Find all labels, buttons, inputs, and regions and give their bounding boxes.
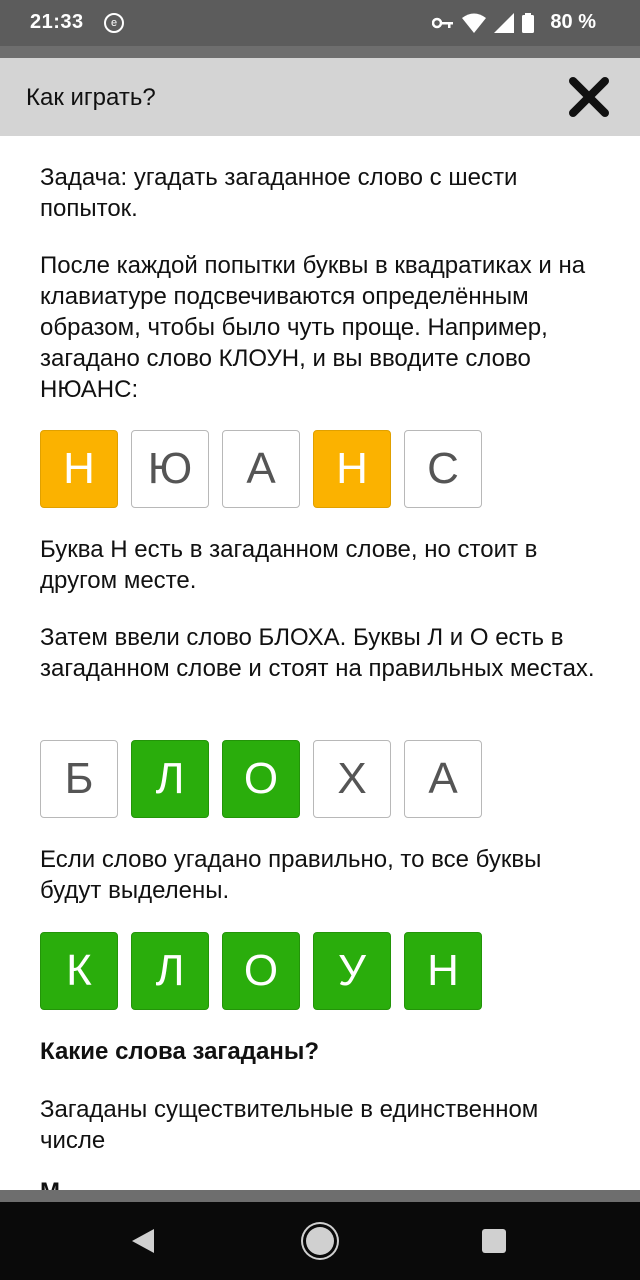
wifi-icon	[462, 13, 486, 33]
letter-tile: Н	[404, 932, 482, 1010]
app-notification-icon: e	[104, 13, 124, 33]
section-heading: Какие слова загаданы?	[40, 1038, 319, 1065]
example-row-kloun: К Л О У Н	[40, 932, 482, 1010]
letter-tile: Х	[313, 740, 391, 818]
status-icons	[432, 13, 534, 33]
overlay-dim-bottom	[0, 1190, 640, 1202]
words-explanation: Загаданы существительные в единственном …	[40, 1096, 539, 1154]
hint-paragraph: После каждой попытки буквы в квадратиках…	[40, 252, 586, 403]
letter-tile: О	[222, 932, 300, 1010]
example-row-bloha: Б Л О Х А	[40, 740, 482, 818]
dialog-title: Как играть?	[26, 84, 156, 111]
letter-tile: К	[40, 932, 118, 1010]
example-row-nuans: Н Ю А Н С	[40, 430, 482, 508]
recents-square-icon[interactable]	[482, 1229, 506, 1253]
close-icon[interactable]	[566, 74, 612, 120]
letter-tile: У	[313, 932, 391, 1010]
key-icon	[432, 17, 453, 29]
letter-tile: С	[404, 430, 482, 508]
battery-icon	[522, 13, 534, 33]
letter-tile: Л	[131, 932, 209, 1010]
letter-tile: Б	[40, 740, 118, 818]
letter-tile: А	[222, 430, 300, 508]
signal-icon	[494, 13, 514, 33]
letter-tile: Ю	[131, 430, 209, 508]
battery-percent: 80 %	[550, 11, 596, 33]
overlay-dim	[0, 46, 640, 58]
task-paragraph: Задача: угадать загаданное слово с шести…	[40, 164, 518, 222]
green-explanation: Затем ввели слово БЛОХА. Буквы Л и О ест…	[40, 624, 595, 682]
letter-tile: О	[222, 740, 300, 818]
status-time: 21:33	[30, 11, 84, 33]
letter-tile: Л	[131, 740, 209, 818]
letter-tile: А	[404, 740, 482, 818]
home-circle-icon[interactable]	[306, 1227, 334, 1255]
yellow-explanation: Буква Н есть в загаданном слове, но стои…	[40, 536, 538, 594]
letter-tile: Н	[313, 430, 391, 508]
status-bar: 21:33 e 80 %	[0, 0, 640, 46]
dialog-header: Как играть?	[0, 58, 640, 136]
back-triangle-icon[interactable]	[132, 1229, 154, 1253]
success-explanation: Если слово угадано правильно, то все бук…	[40, 846, 542, 904]
letter-tile: Н	[40, 430, 118, 508]
